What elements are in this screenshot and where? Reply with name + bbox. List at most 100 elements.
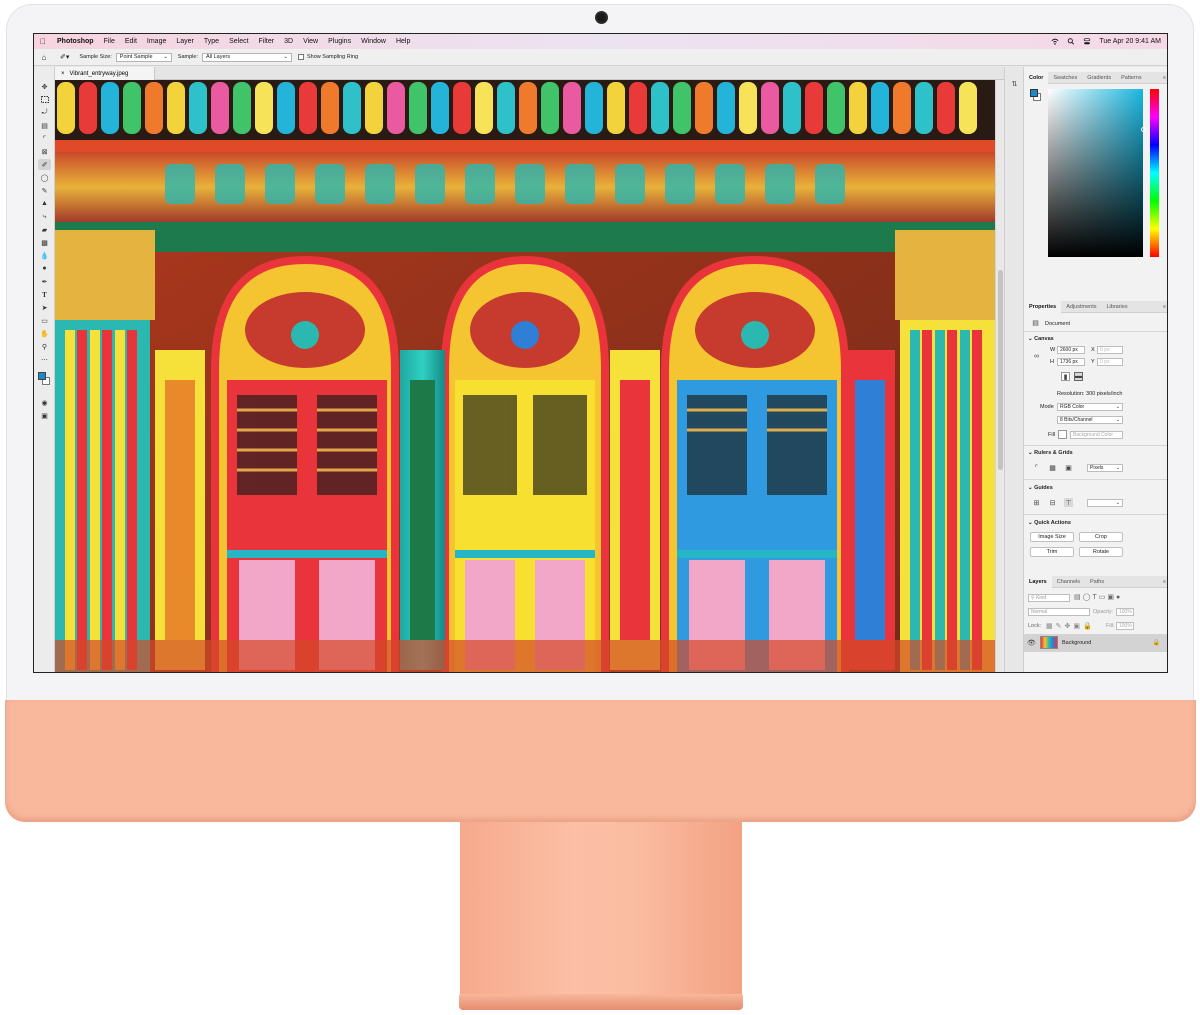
menu-image[interactable]: Image (142, 38, 171, 45)
menu-window[interactable]: Window (356, 38, 391, 45)
panel-menu-icon[interactable]: ≡ (1163, 75, 1167, 81)
menu-layer[interactable]: Layer (171, 38, 199, 45)
tab-patterns[interactable]: Patterns (1116, 72, 1146, 84)
fill-color-swatch[interactable] (1058, 430, 1067, 439)
tab-adjustments[interactable]: Adjustments (1061, 301, 1101, 313)
layer-fill-field[interactable]: 100% (1116, 622, 1134, 630)
layer-filter-icons[interactable]: ▤◯T▭▣● (1074, 593, 1122, 601)
gradient-tool-icon[interactable]: ▩ (38, 237, 51, 248)
more-tools-icon[interactable]: ⋯ (38, 354, 51, 365)
object-select-tool-icon[interactable]: ▤ (38, 120, 51, 131)
pixel-grid-icon[interactable]: ▣ (1064, 463, 1073, 472)
zoom-tool-icon[interactable]: ⚲ (38, 341, 51, 352)
width-field[interactable]: 2600 px (1057, 346, 1085, 354)
portrait-orientation-icon[interactable]: ▮ (1061, 372, 1070, 381)
lock-icons[interactable]: ▦✎✥▣🔒 (1046, 622, 1095, 630)
rulers-section-title[interactable]: ⌄ Rulers & Grids (1028, 450, 1073, 456)
menu-edit[interactable]: Edit (120, 38, 142, 45)
foreground-color-swatch[interactable] (38, 372, 46, 380)
guide-layout-icon[interactable]: ⊤ (1064, 498, 1073, 507)
hue-slider[interactable] (1150, 89, 1159, 257)
canvas-scrollbar[interactable] (995, 80, 1004, 672)
show-sampling-ring-checkbox[interactable] (297, 54, 304, 60)
color-field[interactable] (1048, 89, 1146, 257)
home-icon[interactable]: ⌂ (34, 53, 54, 62)
link-icon[interactable]: ∞ (1032, 352, 1041, 361)
color-swatches[interactable] (37, 368, 52, 390)
type-tool-icon[interactable]: T (38, 289, 51, 300)
control-center-icon[interactable] (1083, 38, 1091, 45)
guide-style-select[interactable]: ⌄ (1087, 499, 1123, 507)
tab-properties[interactable]: Properties (1024, 300, 1062, 313)
eyedropper-tool-icon[interactable]: ✐ (38, 159, 51, 170)
sample-size-select[interactable]: Point Sample ⌄ (115, 52, 172, 62)
panel-arrange-icon[interactable]: ⇅ (1010, 79, 1019, 88)
move-tool-icon[interactable]: ✥ (38, 81, 51, 92)
wifi-icon[interactable] (1051, 38, 1059, 45)
tab-gradients[interactable]: Gradients (1082, 72, 1116, 84)
tab-layers[interactable]: Layers (1024, 575, 1052, 588)
landscape-orientation-icon[interactable]: ▬ (1074, 372, 1083, 381)
scrollbar-thumb[interactable] (998, 270, 1003, 470)
search-icon[interactable] (1067, 38, 1075, 45)
crop-tool-icon[interactable]: ⌜ (38, 133, 51, 144)
bit-depth-select[interactable]: 8 Bits/Channel ⌄ (1057, 416, 1123, 424)
trim-button[interactable]: Trim (1030, 547, 1074, 557)
blend-mode-select[interactable]: Normal (1028, 608, 1090, 616)
marquee-tool-icon[interactable] (38, 94, 51, 105)
menu-file[interactable]: File (99, 38, 120, 45)
lasso-tool-icon[interactable]: ⤾ (38, 107, 51, 118)
menu-3d[interactable]: 3D (279, 38, 298, 45)
tab-paths[interactable]: Paths (1085, 576, 1109, 588)
healing-brush-tool-icon[interactable]: ◯ (38, 172, 51, 183)
pen-tool-icon[interactable]: ✒ (38, 276, 51, 287)
menu-plugins[interactable]: Plugins (323, 38, 356, 45)
close-tab-icon[interactable]: × (61, 71, 65, 77)
tab-swatches[interactable]: Swatches (1048, 72, 1082, 84)
eye-icon[interactable]: 👁 (1027, 638, 1036, 647)
apple-menu-icon[interactable]:  (34, 37, 52, 46)
rotate-button[interactable]: Rotate (1079, 547, 1123, 557)
color-picker-cursor[interactable] (1141, 127, 1146, 132)
brush-tool-icon[interactable]: ✎ (38, 185, 51, 196)
hand-tool-icon[interactable]: ✋ (38, 328, 51, 339)
grid-icon[interactable]: ▦ (1048, 463, 1057, 472)
screen-mode-icon[interactable]: ▣ (38, 410, 51, 421)
panel-menu-icon[interactable]: ≡ (1163, 579, 1167, 585)
tab-channels[interactable]: Channels (1052, 576, 1085, 588)
document-tab[interactable]: × Vibrant_entryway.jpeg (55, 67, 155, 80)
fill-select[interactable]: Background Color (1070, 431, 1123, 439)
opacity-field[interactable]: 100% (1116, 608, 1134, 616)
panel-menu-icon[interactable]: ≡ (1163, 304, 1167, 310)
rectangle-tool-icon[interactable]: ▭ (38, 315, 51, 326)
height-field[interactable]: 1736 px (1057, 358, 1085, 366)
dodge-tool-icon[interactable]: ● (38, 263, 51, 274)
y-field[interactable]: 0 px (1097, 358, 1123, 366)
ruler-icon[interactable]: ⌜ (1032, 463, 1041, 472)
guides-icon[interactable]: ⊞ (1032, 498, 1041, 507)
tab-color[interactable]: Color (1024, 71, 1049, 84)
app-menu[interactable]: Photoshop (52, 38, 99, 45)
crop-button[interactable]: Crop (1079, 532, 1123, 542)
document-canvas[interactable] (55, 80, 995, 672)
menu-select[interactable]: Select (224, 38, 253, 45)
canvas-section-title[interactable]: ⌄ Canvas (1028, 336, 1054, 342)
sample-select[interactable]: All Layers ⌄ (201, 52, 292, 62)
path-select-tool-icon[interactable]: ➤ (38, 302, 51, 313)
tab-libraries[interactable]: Libraries (1101, 301, 1132, 313)
quick-mask-icon[interactable]: ◉ (38, 397, 51, 408)
x-field[interactable]: 0 px (1097, 346, 1123, 354)
smart-guides-icon[interactable]: ⊟ (1048, 498, 1057, 507)
layer-row-background[interactable]: 👁 Background 🔒 (1024, 634, 1167, 652)
layer-kind-filter[interactable]: ⚲ Kind (1028, 594, 1070, 602)
menu-view[interactable]: View (298, 38, 323, 45)
blur-tool-icon[interactable]: 💧 (38, 250, 51, 261)
menubar-clock[interactable]: Tue Apr 20 9:41 AM (1099, 38, 1161, 45)
eyedropper-preset-icon[interactable]: ✐▾ (60, 53, 69, 61)
history-brush-tool-icon[interactable]: ⤷ (38, 211, 51, 222)
clone-stamp-tool-icon[interactable]: ▲ (38, 198, 51, 209)
menu-help[interactable]: Help (391, 38, 415, 45)
color-panel-swatches[interactable] (1030, 89, 1042, 103)
units-select[interactable]: Pixels ⌄ (1087, 464, 1123, 472)
quick-actions-section-title[interactable]: ⌄ Quick Actions (1028, 520, 1071, 526)
